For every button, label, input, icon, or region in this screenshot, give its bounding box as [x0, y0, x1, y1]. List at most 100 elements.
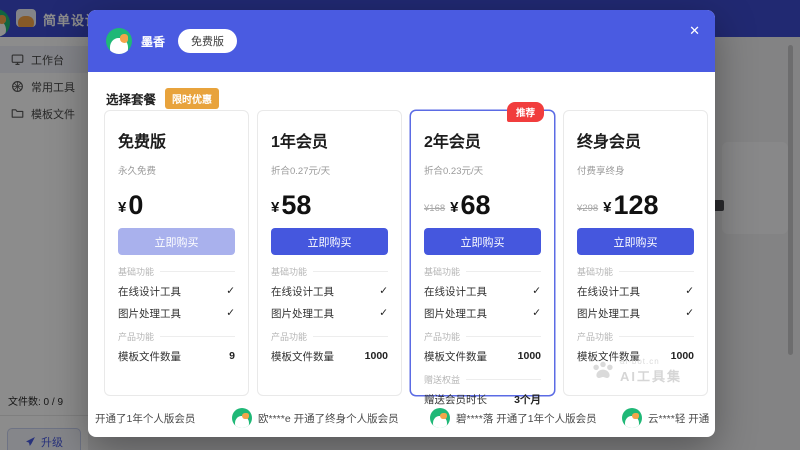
feature-section-title: 产品功能: [271, 330, 388, 343]
plan-name: 2年会员: [424, 128, 541, 152]
user-avatar-icon: [106, 28, 132, 54]
ticker-text: 云****轻 开通: [648, 411, 709, 426]
check-icon: ✓: [379, 307, 388, 319]
feature-label: 图片处理工具: [271, 306, 334, 321]
ticker-text: 碧****落 开通了1年个人版会员: [456, 411, 597, 426]
plan-name: 免费版: [118, 128, 235, 152]
feature-row: 模板文件数量 9: [118, 345, 235, 367]
buyer-avatar-icon: [232, 408, 252, 428]
check-icon: ✓: [685, 285, 694, 297]
feature-value: 3个月: [514, 392, 541, 407]
section-title: 选择套餐: [106, 89, 156, 108]
feature-value: 1000: [671, 350, 694, 362]
feature-row: 在线设计工具 ✓: [577, 280, 694, 302]
check-icon: ✓: [532, 307, 541, 319]
feature-label: 模板文件数量: [577, 349, 640, 364]
feature-label: 在线设计工具: [118, 284, 181, 299]
plan-price: ¥ 0: [118, 185, 235, 219]
plan-price: ¥298 ¥ 128: [577, 185, 694, 219]
feature-label: 模板文件数量: [424, 349, 487, 364]
plan-name: 1年会员: [271, 128, 388, 152]
feature-label: 模板文件数量: [271, 349, 334, 364]
plan-subtitle: 折合0.27元/天: [271, 163, 388, 177]
ticker-text: 开通了1年个人版会员: [95, 411, 195, 426]
old-price: ¥298: [577, 203, 598, 214]
plan-section-header: 选择套餐 限时优惠: [106, 88, 219, 109]
feature-row: 图片处理工具 ✓: [424, 302, 541, 324]
feature-section-title: 基础功能: [118, 265, 235, 278]
feature-label: 模板文件数量: [118, 349, 181, 364]
feature-label: 在线设计工具: [271, 284, 334, 299]
feature-row: 图片处理工具 ✓: [118, 302, 235, 324]
feature-row: 在线设计工具 ✓: [271, 280, 388, 302]
currency-symbol: ¥: [271, 199, 279, 216]
check-icon: ✓: [226, 285, 235, 297]
feature-row: 在线设计工具 ✓: [424, 280, 541, 302]
plan-subtitle: 永久免费: [118, 163, 235, 177]
ticker-item: 碧****落 开通了1年个人版会员: [430, 406, 597, 430]
feature-value: 1000: [518, 350, 541, 362]
feature-section-title: 产品功能: [577, 330, 694, 343]
feature-row: 在线设计工具 ✓: [118, 280, 235, 302]
check-icon: ✓: [379, 285, 388, 297]
feature-row: 图片处理工具 ✓: [271, 302, 388, 324]
currency-symbol: ¥: [603, 199, 611, 216]
price-value: 0: [128, 192, 143, 219]
feature-section-title: 产品功能: [118, 330, 235, 343]
feature-section-title: 基础功能: [424, 265, 541, 278]
currency-symbol: ¥: [450, 199, 458, 216]
feature-section-title: 基础功能: [271, 265, 388, 278]
purchase-ticker: 开通了1年个人版会员 欧****e 开通了终身个人版会员 碧****落 开通了1…: [88, 406, 715, 430]
close-icon[interactable]: ✕: [689, 24, 700, 37]
plan-card-free[interactable]: 免费版 永久免费 ¥ 0 立即购买 基础功能 在线设计工具 ✓ 图片处理工具 ✓ 产…: [104, 110, 249, 396]
feature-row: 模板文件数量 1000: [577, 345, 694, 367]
buyer-avatar-icon: [622, 408, 642, 428]
feature-row: 模板文件数量 1000: [424, 345, 541, 367]
check-icon: ✓: [226, 307, 235, 319]
screen: 简单设计 工作台 常用工具 模板文件 文件数: 0 / 9 升级: [0, 0, 800, 450]
feature-label: 图片处理工具: [424, 306, 487, 321]
plan-name: 终身会员: [577, 128, 694, 152]
feature-label: 图片处理工具: [577, 306, 640, 321]
pricing-modal: 墨香 免费版 ✕ 选择套餐 限时优惠 免费版 永久免费 ¥ 0 立即购买 基础功…: [88, 10, 715, 437]
old-price: ¥168: [424, 203, 445, 214]
buyer-avatar-icon: [430, 408, 450, 428]
plan-subtitle: 折合0.23元/天: [424, 163, 541, 177]
buy-now-button[interactable]: 立即购买: [271, 228, 388, 255]
current-plan-badge: 免费版: [178, 29, 237, 53]
buy-now-button[interactable]: 立即购买: [577, 228, 694, 255]
feature-row: 图片处理工具 ✓: [577, 302, 694, 324]
feature-label: 图片处理工具: [118, 306, 181, 321]
plan-price: ¥168 ¥ 68: [424, 185, 541, 219]
feature-value: 1000: [365, 350, 388, 362]
feature-section-title: 基础功能: [577, 265, 694, 278]
buy-now-button[interactable]: 立即购买: [118, 228, 235, 255]
check-icon: ✓: [685, 307, 694, 319]
feature-label: 在线设计工具: [577, 284, 640, 299]
feature-section-title: 赠送权益: [424, 373, 541, 386]
ticker-text: 欧****e 开通了终身个人版会员: [258, 411, 399, 426]
feature-label: 在线设计工具: [424, 284, 487, 299]
price-value: 68: [460, 192, 490, 219]
feature-value: 9: [229, 350, 235, 362]
ticker-item: 开通了1年个人版会员: [95, 406, 195, 430]
plan-card-lifetime[interactable]: 终身会员 付费享终身 ¥298 ¥ 128 立即购买 基础功能 在线设计工具✓ …: [563, 110, 708, 396]
buy-now-button[interactable]: 立即购买: [424, 228, 541, 255]
ticker-item: 云****轻 开通: [622, 406, 709, 430]
user-name: 墨香: [141, 33, 165, 50]
feature-row: 模板文件数量 1000: [271, 345, 388, 367]
promo-badge: 限时优惠: [165, 88, 219, 109]
check-icon: ✓: [532, 285, 541, 297]
modal-header: 墨香 免费版 ✕: [88, 10, 715, 72]
recommend-badge: 推荐: [507, 102, 544, 122]
feature-label: 赠送会员时长: [424, 392, 487, 407]
plan-cards: 免费版 永久免费 ¥ 0 立即购买 基础功能 在线设计工具 ✓ 图片处理工具 ✓ 产…: [104, 110, 708, 396]
plan-price: ¥ 58: [271, 185, 388, 219]
price-value: 128: [613, 192, 658, 219]
plan-card-2year[interactable]: 推荐 2年会员 折合0.23元/天 ¥168 ¥ 68 立即购买 基础功能 在线…: [410, 110, 555, 396]
plan-card-1year[interactable]: 1年会员 折合0.27元/天 ¥ 58 立即购买 基础功能 在线设计工具 ✓ 图片…: [257, 110, 402, 396]
price-value: 58: [281, 192, 311, 219]
plan-subtitle: 付费享终身: [577, 163, 694, 177]
ticker-item: 欧****e 开通了终身个人版会员: [232, 406, 399, 430]
feature-section-title: 产品功能: [424, 330, 541, 343]
